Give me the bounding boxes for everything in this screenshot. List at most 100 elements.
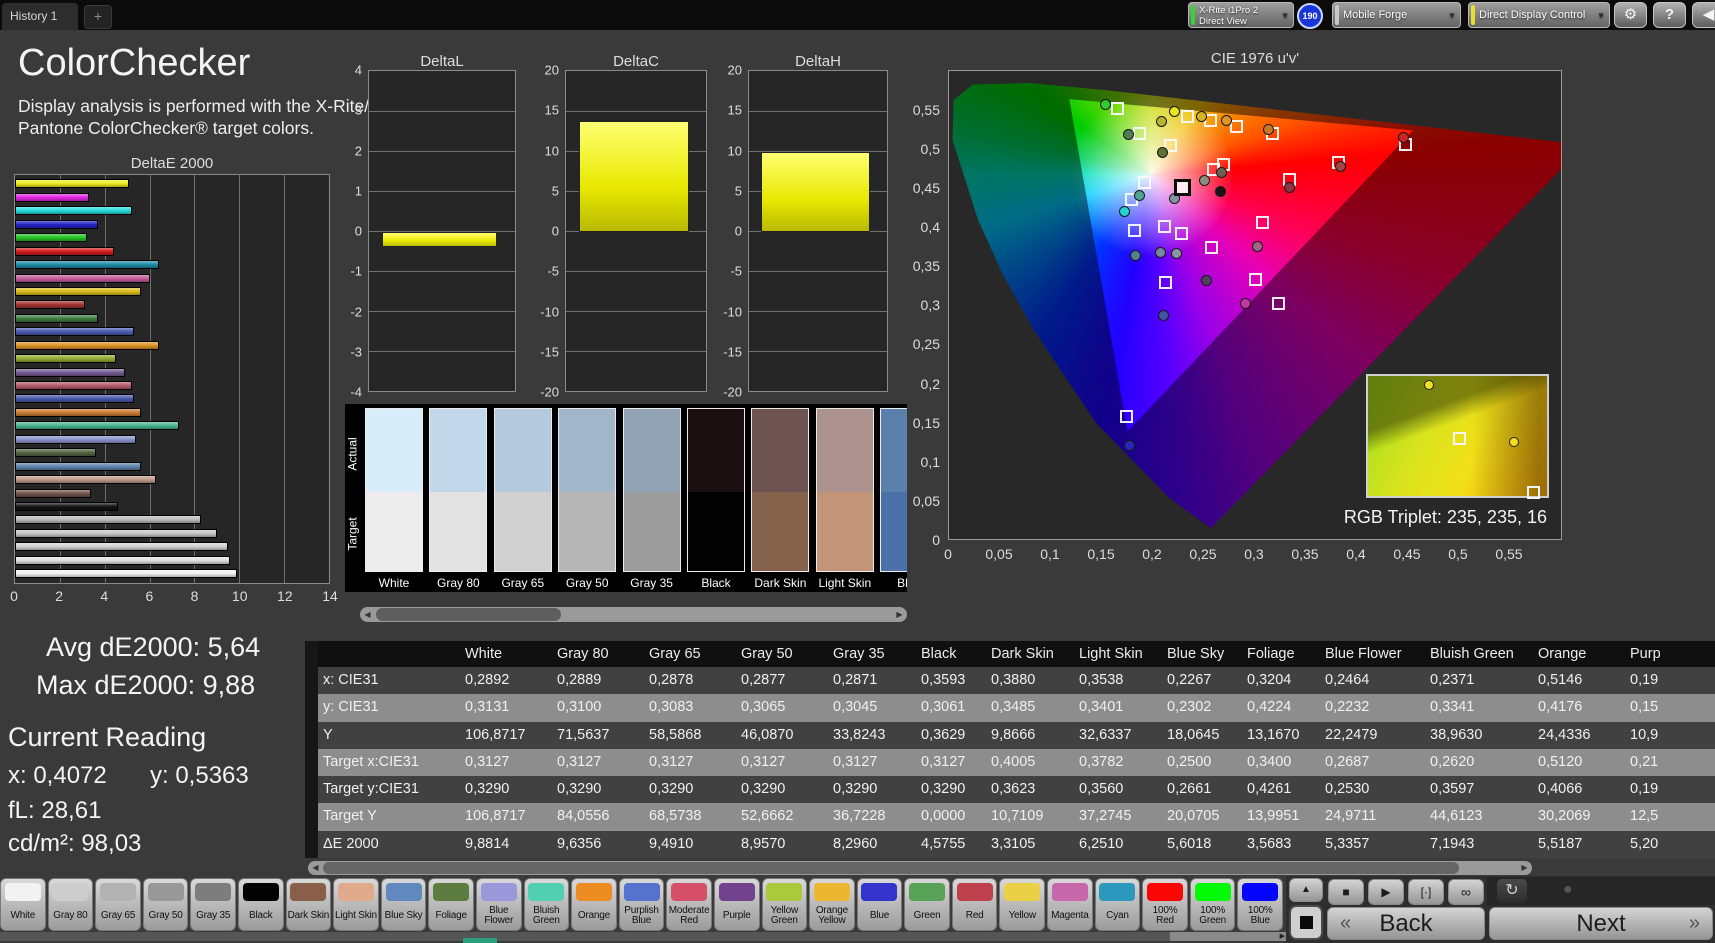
gridline (749, 311, 887, 312)
table-cell: 0,21 (1630, 753, 1659, 770)
patch-tile-orange-yellow[interactable]: Orange Yellow (809, 878, 855, 931)
patch-tile-light-skin[interactable]: Light Skin (333, 878, 379, 931)
patch-tile-gray-65[interactable]: Gray 65 (95, 878, 141, 931)
up-arrow-icon: ▲ (1301, 884, 1311, 895)
gridline (369, 351, 515, 352)
target-point (1132, 126, 1146, 140)
continuous-read-button[interactable]: ∞ (1448, 879, 1484, 905)
measured-point (1158, 310, 1169, 321)
patch-tile-yellow[interactable]: Yellow (999, 878, 1046, 931)
measured-point (1100, 98, 1112, 110)
patch-tile-label: Orange Yellow (815, 904, 848, 926)
meter-dropdown-label: X-Rite i1Pro 2 Direct View (1199, 5, 1259, 27)
source-dropdown[interactable]: Mobile Forge ▼ (1332, 2, 1461, 28)
patch-tile-gray-80[interactable]: Gray 80 (47, 878, 94, 931)
next-button[interactable]: Next » (1489, 907, 1713, 940)
patch-tile-white[interactable]: White (0, 878, 46, 931)
scroll-up-button[interactable]: ▲ (1289, 878, 1323, 902)
ddc-dropdown[interactable]: Direct Display Control ▼ (1468, 2, 1610, 28)
patch-tile-100-blue[interactable]: 100% Blue (1237, 878, 1284, 931)
patch-tile-gray-50[interactable]: Gray 50 (142, 878, 189, 931)
patch-tile-yellow-green[interactable]: Yellow Green (761, 878, 808, 931)
swatch-patch (365, 408, 423, 572)
patch-tile-magenta[interactable]: Magenta (1047, 878, 1093, 931)
patch-tile-orange[interactable]: Orange (571, 878, 617, 931)
scroll-left-icon[interactable]: ◀ (360, 607, 375, 622)
table-cell: 5,6018 (1167, 835, 1212, 852)
mini-chart-plot (565, 70, 707, 392)
patch-tile-blue-flower[interactable]: Blue Flower (475, 878, 522, 931)
table-gutter (305, 667, 318, 695)
patch-tile-moderate-red[interactable]: Moderate Red (666, 878, 712, 931)
target-row-label: Target (346, 517, 361, 551)
table-header-cell: Gray 35 (833, 646, 885, 662)
swatch-strip-scrollbar[interactable]: ◀ ▶ (360, 607, 907, 622)
tab-history-1[interactable]: History 1 (2, 3, 78, 30)
patch-tile-purple[interactable]: Purple (713, 878, 760, 931)
current-reading-point (1174, 179, 1192, 197)
scroll-right-icon[interactable]: ▶ (1517, 861, 1532, 876)
patch-tile-label: Blue Flower (484, 904, 514, 926)
scrollbar-thumb[interactable] (0, 932, 1170, 941)
axis-tick-label: 14 (322, 588, 338, 604)
table-cell: 0,3100 (557, 699, 602, 716)
patch-tile-dark-skin[interactable]: Dark Skin (285, 878, 332, 931)
pattern-range-button[interactable]: [·] (1408, 879, 1444, 905)
table-cell: 3,3105 (991, 835, 1036, 852)
current-reading-title: Current Reading (8, 722, 207, 752)
table-cell: 7,1943 (1430, 835, 1475, 852)
axis-tick-label: 0,25 (912, 336, 940, 353)
patch-tile-blue[interactable]: Blue (856, 878, 903, 931)
scroll-right-icon[interactable]: ▶ (892, 607, 907, 622)
deltae-bar (15, 407, 141, 417)
measured-point (1262, 123, 1274, 135)
new-tab-button[interactable]: + (84, 5, 112, 29)
patch-tile-red[interactable]: Red (951, 878, 998, 931)
axis-tick-label: 0,1 (920, 453, 940, 470)
patch-tile-gray-35[interactable]: Gray 35 (190, 878, 236, 931)
table-scrollbar[interactable]: ◀ ▶ (308, 861, 1532, 875)
axis-tick-label: -10 (723, 304, 742, 319)
patch-color-swatch (385, 883, 422, 901)
patch-color-swatch (861, 883, 898, 901)
swatch-label: Gray 35 (630, 576, 673, 590)
collapse-panel-button[interactable]: ◀ (1692, 2, 1715, 28)
table-cell: 37,2745 (1079, 808, 1132, 825)
scrollbar-thumb[interactable] (323, 862, 1459, 874)
play-button[interactable]: ▶ (1368, 879, 1404, 905)
chevron-down-icon: ▼ (1448, 11, 1456, 20)
scroll-left-icon[interactable]: ◀ (308, 861, 323, 876)
page-description-line1: Display analysis is performed with the X… (18, 96, 370, 116)
swatch-target (752, 491, 809, 571)
axis-tick-label: 0 (932, 532, 940, 548)
stop-button[interactable]: ■ (1328, 879, 1364, 905)
pattern-window-button[interactable] (1289, 905, 1323, 940)
meter-dropdown[interactable]: X-Rite i1Pro 2 Direct View ▼ (1188, 2, 1294, 28)
patch-tile-label: Purple (722, 909, 751, 921)
patch-tile-label: Green (913, 909, 941, 921)
patch-tile-bluish-green[interactable]: Bluish Green (523, 878, 570, 931)
play-icon: ▶ (1381, 885, 1391, 899)
patch-tile-cyan[interactable]: Cyan (1094, 878, 1141, 931)
patch-tile-blue-sky[interactable]: Blue Sky (380, 878, 427, 931)
patch-bar-scrollbar[interactable]: ▶ (0, 932, 1286, 941)
patch-tile-green[interactable]: Green (904, 878, 950, 931)
mini-chart-title: DeltaC (613, 53, 659, 70)
settings-button[interactable]: ⚙ (1614, 2, 1647, 28)
refresh-button[interactable]: ↻ (1497, 879, 1527, 903)
patch-tile-foliage[interactable]: Foliage (428, 878, 474, 931)
axis-tick-label: 10 (231, 588, 248, 604)
patch-tile-purplish-blue[interactable]: Purplish Blue (618, 878, 665, 931)
gridline (566, 111, 706, 112)
patch-tile-black[interactable]: Black (237, 878, 284, 931)
back-button[interactable]: « Back (1327, 907, 1485, 940)
scrollbar-thumb[interactable] (376, 608, 561, 621)
patch-tile-100-red[interactable]: 100% Red (1142, 878, 1188, 931)
table-cell: 0,2530 (1325, 781, 1370, 798)
scroll-right-icon[interactable]: ▶ (1280, 932, 1285, 941)
swatch-label: Gray 50 (565, 576, 609, 590)
table-gutter (305, 721, 318, 749)
inset-target-point (1527, 486, 1540, 499)
help-button[interactable]: ? (1653, 2, 1686, 28)
patch-tile-100-green[interactable]: 100% Green (1189, 878, 1236, 931)
